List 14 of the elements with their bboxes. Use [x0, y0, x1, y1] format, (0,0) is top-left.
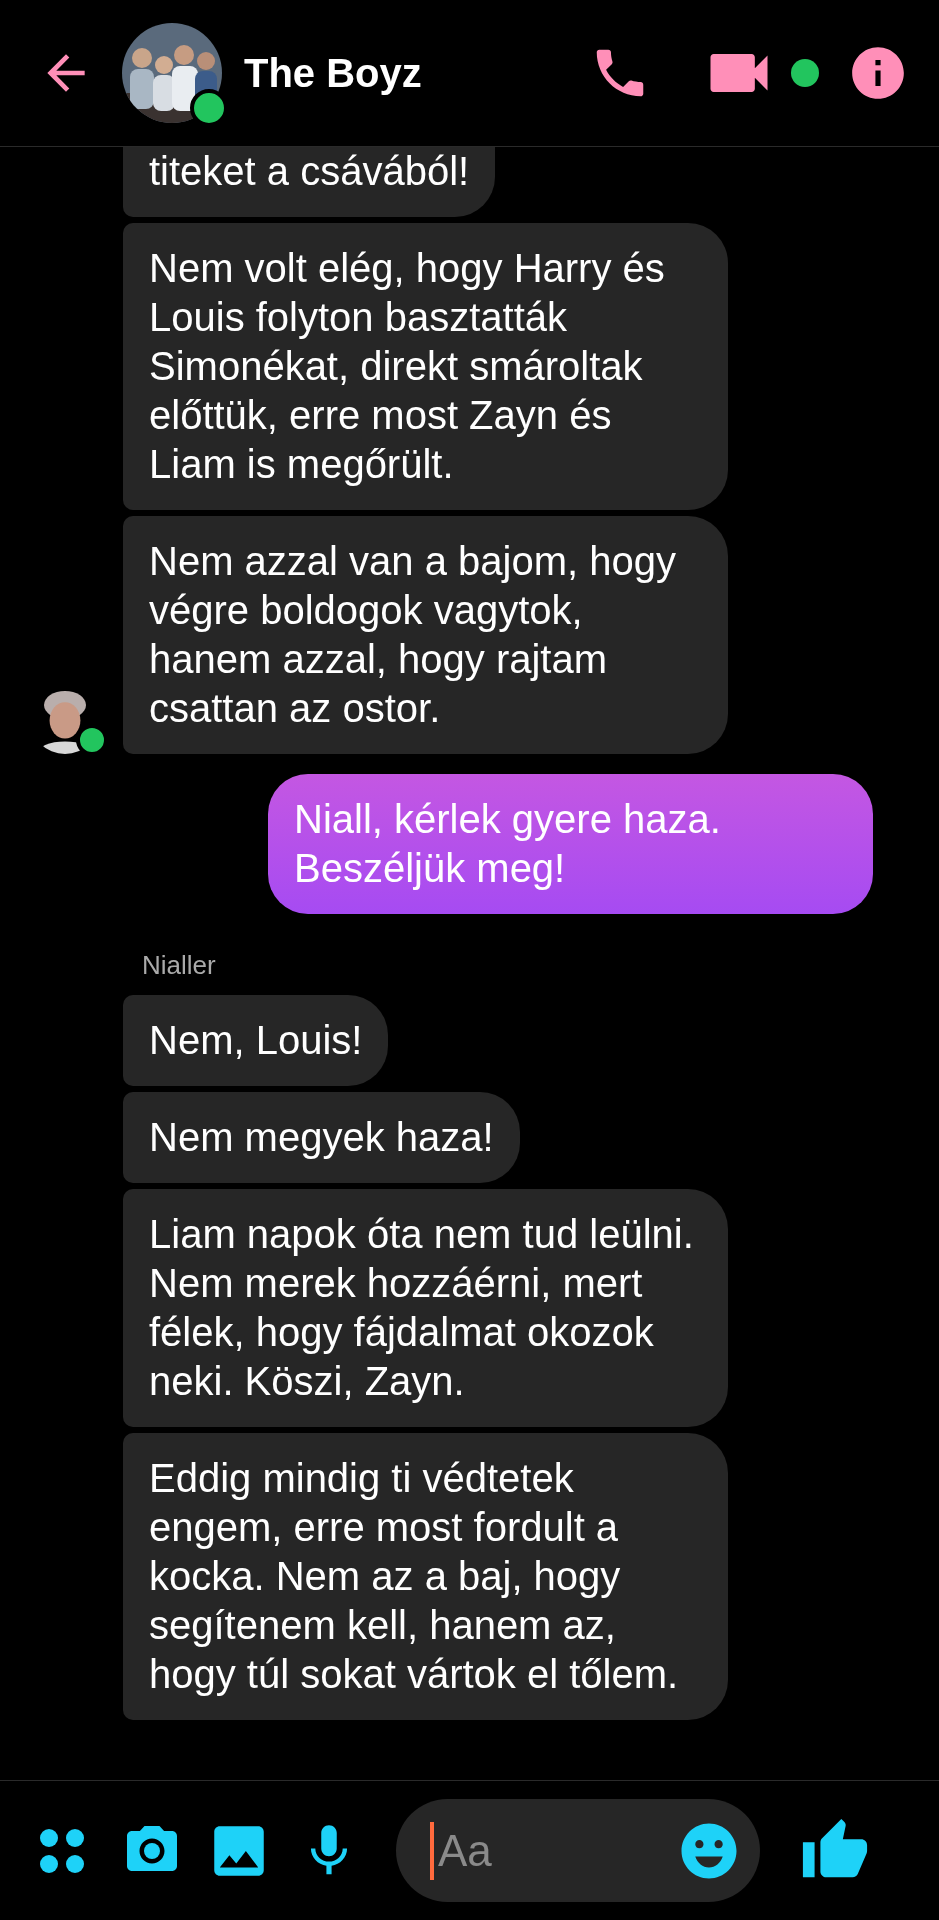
message-bubble: Niall, kérlek gyere haza. Beszéljük meg! — [268, 774, 873, 914]
message-bubble: Nem, Louis! — [123, 995, 389, 1086]
message-bubble: Nem azzal van a bajom, hogy végre boldogok vagytok, hanem azzal, hogy rajtam csattan az ostor. — [123, 516, 728, 754]
message-bubble: Eddig mindig ti védtetek engem, erre most fordult a kocka. Nem az a baj, hogy segítenem kell, hanem az, hogy túl sokat vártok el tőlem. — [123, 1433, 728, 1720]
message-field[interactable]: Aa — [396, 1799, 760, 1902]
message-bubble: Nem volt elég, hogy Harry és Louis folyton basztatták Simonékat, direkt smároltak előttük, erre most Zayn és Liam is megőrült. — [123, 223, 728, 510]
message-bubble: Nem megyek haza! — [123, 1092, 520, 1183]
text-cursor — [430, 1821, 434, 1880]
message-bubble: titeket a csávából! — [123, 147, 496, 217]
chat-title: The Boyz — [244, 50, 423, 96]
apps-icon[interactable] — [38, 1826, 86, 1875]
message-input[interactable]: Aa — [436, 1824, 676, 1877]
message-bubble: Liam napok óta nem tud leülni. Nem merek hozzáérni, mert félek, hogy fájdalmat okozok neki. Köszi, Zayn. — [123, 1189, 728, 1427]
sender-name: Nialler — [141, 950, 217, 981]
